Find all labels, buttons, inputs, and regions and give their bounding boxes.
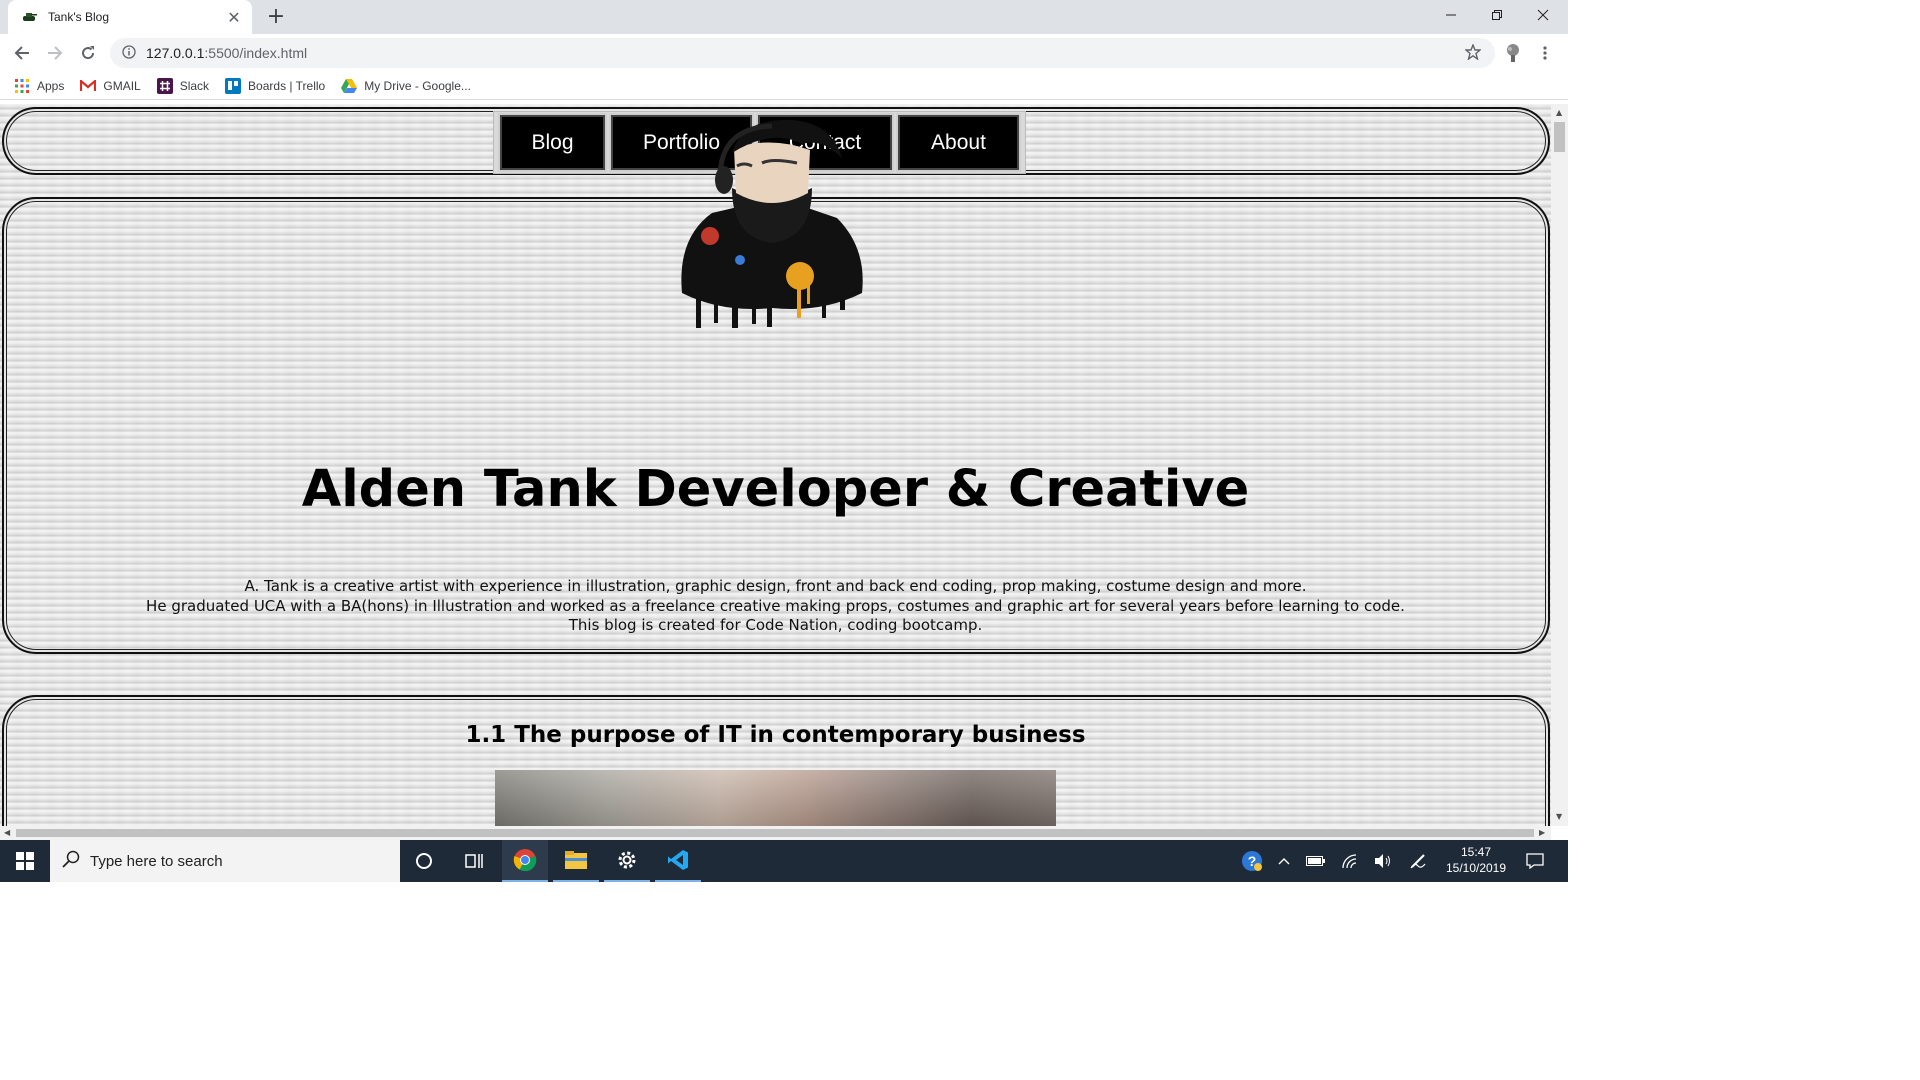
url-host: 127.0.0.1 — [146, 45, 205, 61]
search-icon — [62, 850, 80, 872]
help-icon[interactable]: ? — [1238, 840, 1266, 882]
windows-taskbar: Type here to search ? 15:47 15/10/2019 — [0, 840, 1568, 882]
browser-tab[interactable]: Tank's Blog ✕ — [8, 0, 252, 34]
wifi-icon[interactable] — [1337, 840, 1363, 882]
vscode-icon[interactable] — [655, 840, 701, 882]
scroll-up-arrow-icon[interactable]: ▲ — [1556, 108, 1562, 117]
url-path: :5500/index.html — [204, 45, 308, 61]
post-title: 1.1 The purpose of IT in contemporary bu… — [465, 722, 1086, 748]
pen-workspace-icon[interactable] — [1405, 840, 1431, 882]
address-bar[interactable]: 127.0.0.1:5500/index.html — [110, 38, 1495, 68]
page-viewport: Blog Portfolio Contact About — [0, 104, 1551, 826]
url-text: 127.0.0.1:5500/index.html — [146, 45, 307, 61]
bookmark-gmail[interactable]: GMAIL — [80, 78, 141, 94]
battery-icon[interactable] — [1303, 840, 1329, 882]
post-image — [495, 770, 1056, 826]
cortana-icon[interactable] — [402, 840, 446, 882]
tray-chevron-up-icon[interactable] — [1272, 840, 1296, 882]
hero-title: Alden Tank Developer & Creative — [301, 460, 1250, 519]
back-arrow-icon[interactable] — [9, 40, 35, 66]
notifications-icon[interactable] — [1520, 840, 1550, 882]
browser-tab-strip: Tank's Blog ✕ + — [0, 0, 1568, 34]
search-placeholder: Type here to search — [90, 852, 223, 870]
task-view-icon[interactable] — [452, 840, 496, 882]
minimize-button[interactable] — [1428, 0, 1474, 30]
scroll-left-arrow-icon[interactable]: ◀ — [4, 828, 10, 837]
nav-about[interactable]: About — [898, 115, 1019, 170]
clock-date: 15/10/2019 — [1445, 861, 1507, 875]
reload-icon[interactable] — [75, 40, 101, 66]
clock-time: 15:47 — [1460, 845, 1492, 859]
scroll-down-arrow-icon[interactable]: ▼ — [1556, 812, 1562, 821]
bookmark-label: Apps — [37, 78, 65, 93]
gmail-icon — [80, 78, 97, 94]
browser-toolbar: 127.0.0.1:5500/index.html — [0, 34, 1568, 72]
tank-favicon-icon — [22, 9, 38, 25]
avatar-illustration — [681, 119, 863, 328]
bookmarks-bar: Apps GMAIL Slack Boards | Trello My Driv… — [0, 72, 1568, 100]
bio-text: A. Tank is a creative artist with experi… — [0, 577, 1551, 636]
apps-grid-icon — [14, 78, 30, 94]
horizontal-scrollbar[interactable]: ◀ ▶ — [0, 826, 1551, 840]
bookmark-apps[interactable]: Apps — [14, 78, 64, 94]
windows-start-icon[interactable] — [0, 840, 50, 882]
bookmark-label: My Drive - Google... — [364, 78, 471, 93]
scroll-right-arrow-icon[interactable]: ▶ — [1539, 828, 1545, 837]
chrome-menu-icon[interactable] — [1532, 40, 1558, 66]
forward-arrow-icon[interactable] — [42, 40, 68, 66]
tab-title: Tank's Blog — [48, 10, 109, 24]
bio-line: This blog is created for Code Nation, co… — [568, 616, 983, 634]
bookmark-google-drive[interactable]: My Drive - Google... — [341, 78, 471, 94]
bookmark-label: Slack — [179, 78, 210, 93]
horizontal-scroll-thumb[interactable] — [16, 829, 1534, 837]
google-drive-icon — [341, 78, 358, 94]
new-tab-button[interactable]: + — [264, 4, 288, 29]
chrome-taskbar-icon[interactable] — [502, 840, 548, 882]
close-window-button[interactable] — [1520, 0, 1566, 30]
nav-blog[interactable]: Blog — [500, 115, 605, 170]
bookmark-label: GMAIL — [103, 78, 141, 93]
taskbar-search-box[interactable]: Type here to search — [50, 840, 400, 882]
taskbar-clock[interactable]: 15:47 15/10/2019 — [1440, 844, 1512, 876]
bookmark-trello[interactable]: Boards | Trello — [225, 77, 326, 94]
bookmark-star-icon[interactable] — [1464, 43, 1482, 64]
settings-gear-icon[interactable] — [604, 840, 650, 882]
vertical-scrollbar[interactable]: ▲ ▼ — [1551, 104, 1568, 826]
volume-icon[interactable] — [1370, 840, 1396, 882]
restore-button[interactable] — [1474, 0, 1520, 30]
vertical-scroll-thumb[interactable] — [1554, 122, 1565, 152]
trello-icon — [225, 77, 242, 94]
info-icon[interactable] — [122, 44, 136, 63]
slack-icon — [156, 77, 173, 94]
bookmark-slack[interactable]: Slack — [156, 77, 210, 94]
bio-line: He graduated UCA with a BA(hons) in Illu… — [146, 596, 1405, 615]
extension-icon[interactable] — [1500, 40, 1526, 66]
file-explorer-icon[interactable] — [553, 840, 599, 882]
bio-line: A. Tank is a creative artist with experi… — [244, 577, 1307, 595]
bookmark-label: Boards | Trello — [248, 78, 326, 93]
tab-close-icon[interactable]: ✕ — [226, 8, 242, 27]
